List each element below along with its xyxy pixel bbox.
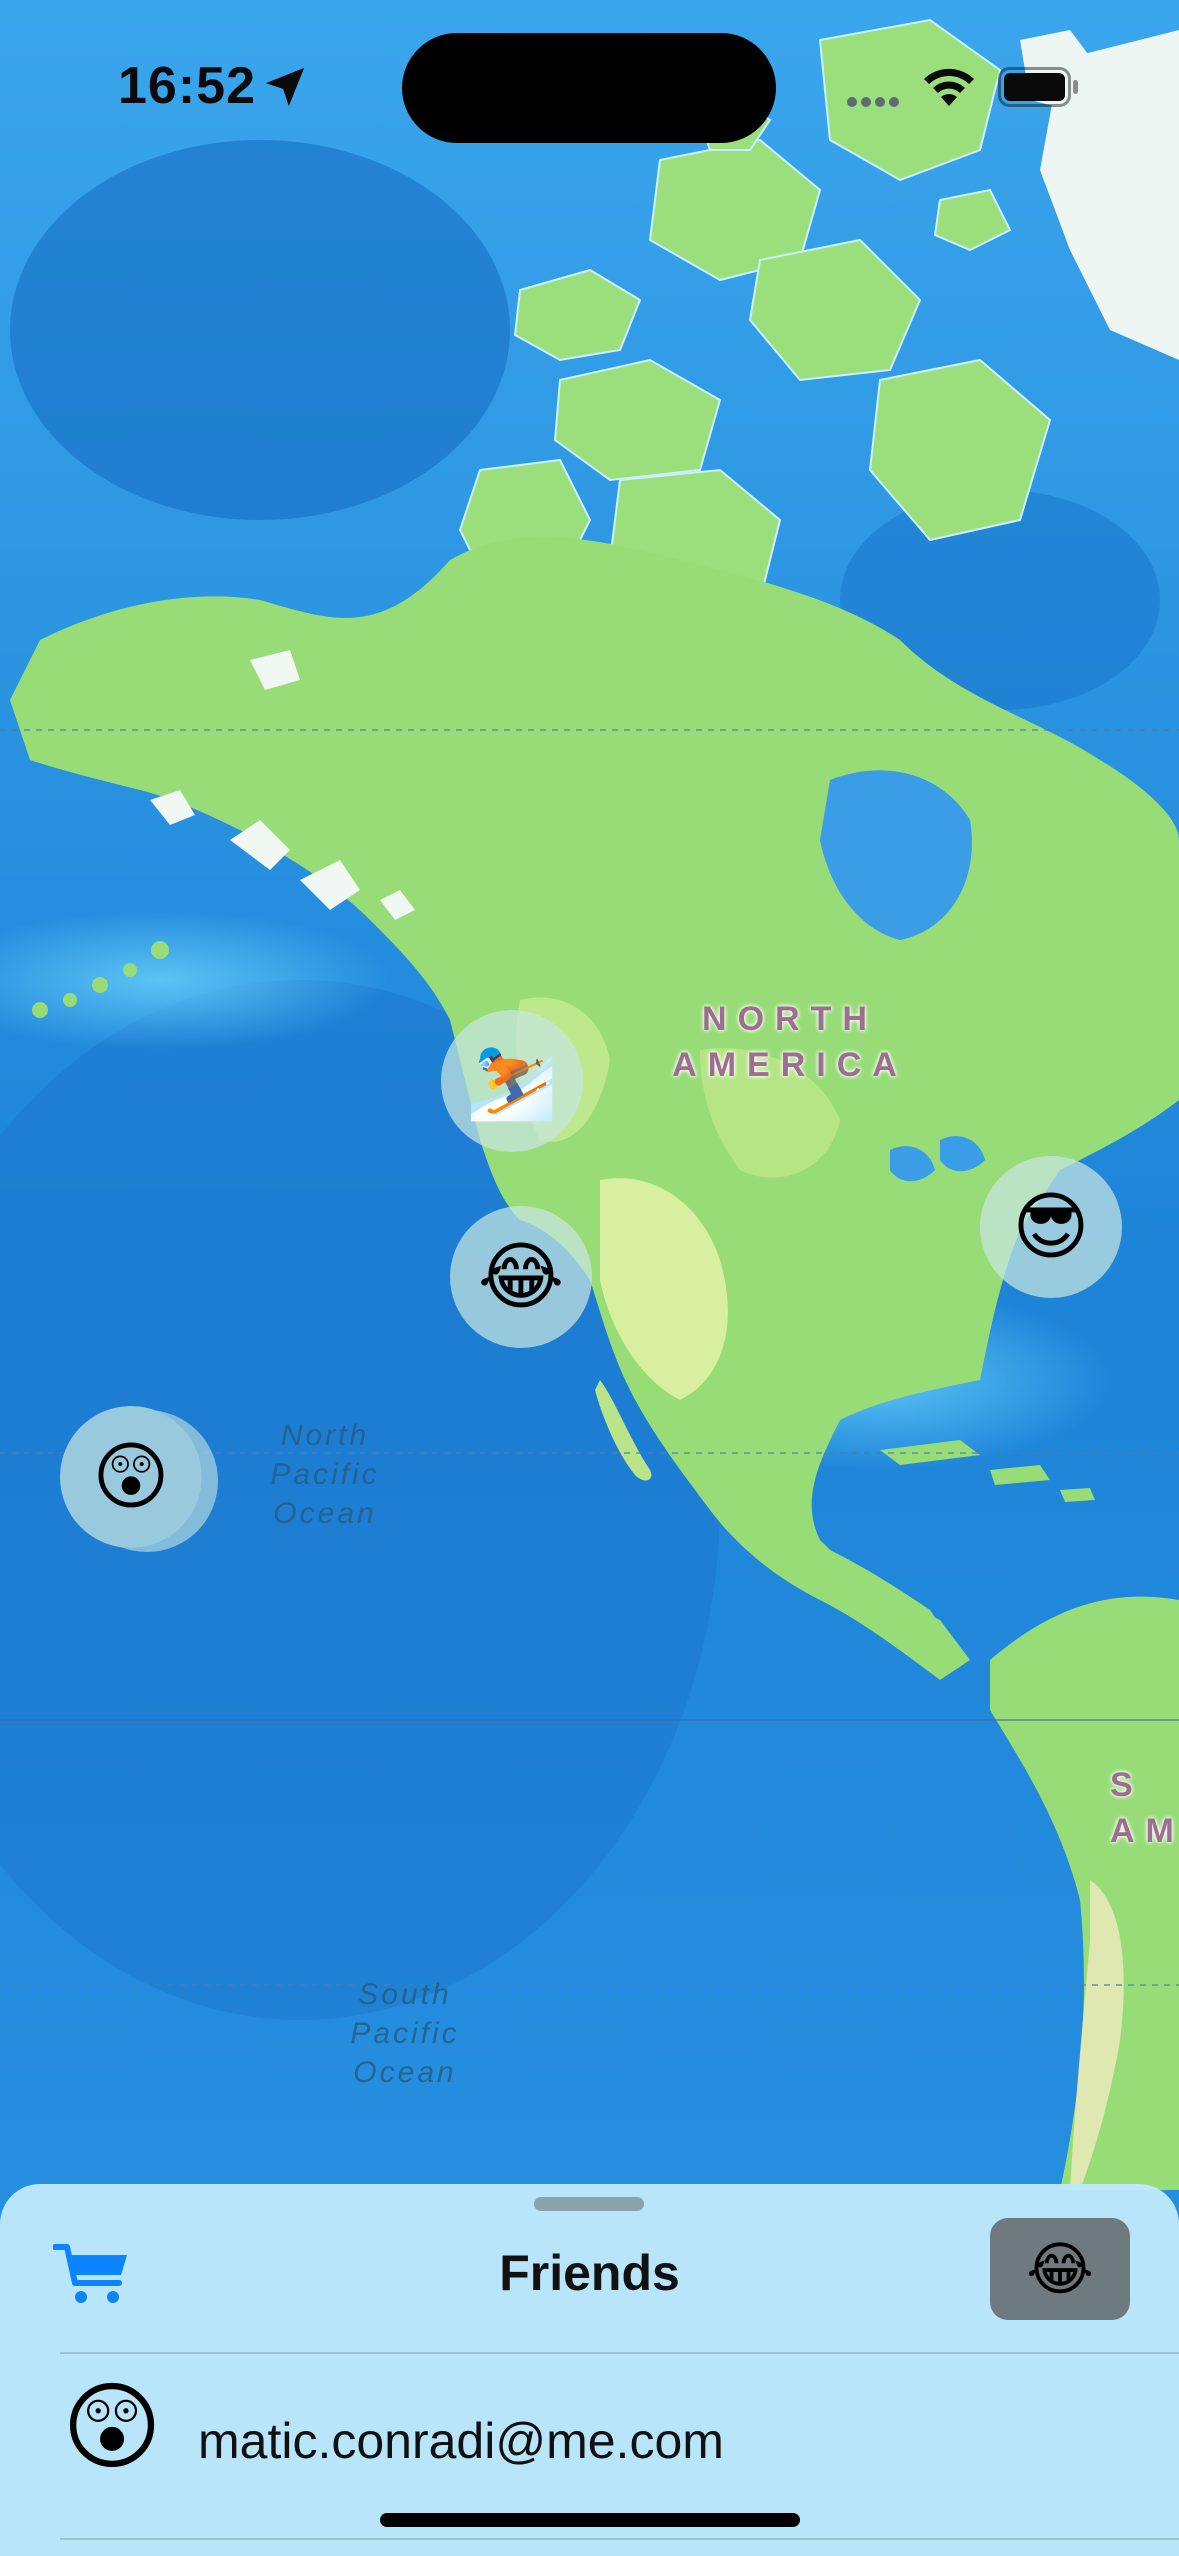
skier-emoji-icon: ⛷️ (465, 1039, 559, 1122)
friend-list-item[interactable]: 😲 matic.conradi@me.com (0, 2352, 1179, 2538)
friend-pin-surprised[interactable]: 😲 (60, 1406, 202, 1548)
friend-pin-skier[interactable]: ⛷️ (441, 1010, 583, 1152)
surprised-emoji-icon: 😲 (62, 2374, 163, 2481)
south-america-label-line-1: S (1110, 1766, 1144, 1804)
friend-pin-sunglasses[interactable]: 😎 (980, 1156, 1122, 1298)
home-indicator[interactable] (380, 2513, 800, 2527)
north-pacific-label-line-2: Pacific (270, 1458, 380, 1491)
my-status-button[interactable]: 😂 (990, 2218, 1130, 2320)
laughing-emoji-icon: 😂 (477, 1235, 565, 1318)
friends-sheet[interactable]: Friends 😂 😲 matic.conradi@me.com (0, 2184, 1179, 2556)
north-pacific-label-line-3: Ocean (273, 1497, 377, 1530)
south-america-label: S AM (1110, 1762, 1179, 1854)
surprised-emoji-icon: 😲 (92, 1435, 170, 1518)
laughing-emoji-icon: 😂 (1026, 2237, 1094, 2302)
battery-icon (998, 67, 1078, 107)
status-bar: 16:52 (0, 0, 1179, 180)
south-america-label-line-2: AM (1110, 1812, 1179, 1850)
north-america-label-line-2: AMERICA (672, 1046, 908, 1084)
south-pacific-label-line-2: Pacific (350, 2017, 460, 2050)
cellular-signal-icon (847, 97, 899, 107)
north-america-label-line-1: NORTH (702, 1000, 878, 1038)
south-pacific-label-line-3: Ocean (353, 2056, 457, 2089)
dynamic-island (402, 33, 776, 143)
location-arrow-icon (265, 67, 305, 107)
map-view[interactable]: NORTH AMERICA S AM North Pacific Ocean S… (0, 0, 1179, 2556)
north-pacific-ocean-label: North Pacific Ocean (250, 1416, 400, 1533)
south-pacific-label-line-1: South (358, 1978, 452, 2011)
friend-pin-laughing[interactable]: 😂 (450, 1206, 592, 1348)
sunglasses-emoji-icon: 😎 (1012, 1185, 1090, 1268)
north-pacific-label-line-1: North (280, 1419, 370, 1452)
sheet-grabber[interactable] (534, 2197, 644, 2211)
north-america-label: NORTH AMERICA (640, 996, 940, 1088)
status-time: 16:52 (118, 57, 256, 115)
friend-email: matic.conradi@me.com (198, 2413, 724, 2469)
south-pacific-ocean-label: South Pacific Ocean (330, 1975, 480, 2092)
divider (60, 2538, 1179, 2540)
wifi-icon (924, 68, 974, 106)
